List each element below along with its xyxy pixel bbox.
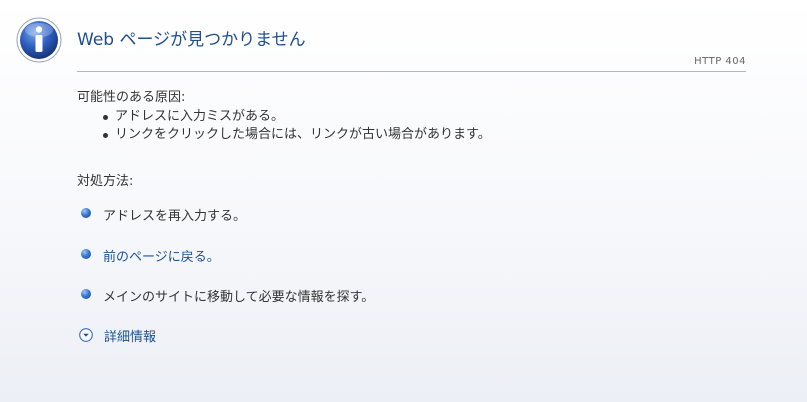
- info-icon: [16, 17, 62, 63]
- causes-heading: 可能性のある原因:: [77, 90, 186, 105]
- action-retype-label: アドレスを再入力する。: [103, 209, 247, 224]
- header-divider: [77, 71, 746, 72]
- actions-heading: 対処方法:: [77, 174, 134, 189]
- blue-bullet-icon: [81, 249, 91, 259]
- cause-item: リンクをクリックした場合には、リンクが古い場合があります。: [102, 126, 491, 144]
- chevron-down-circle-icon: [79, 328, 93, 342]
- more-info-label[interactable]: 詳細情報: [104, 326, 156, 345]
- back-link[interactable]: 前のページに戻る。: [103, 246, 220, 265]
- cause-item: アドレスに入力ミスがある。: [102, 108, 491, 126]
- action-main-site-label: メインのサイトに移動して必要な情報を探す。: [103, 290, 375, 305]
- page-title: Web ページが見つかりません: [77, 30, 306, 50]
- status-code: HTTP 404: [694, 56, 746, 67]
- blue-bullet-icon: [81, 208, 91, 218]
- causes-list: アドレスに入力ミスがある。 リンクをクリックした場合には、リンクが古い場合があり…: [102, 108, 491, 144]
- blue-bullet-icon: [81, 289, 91, 299]
